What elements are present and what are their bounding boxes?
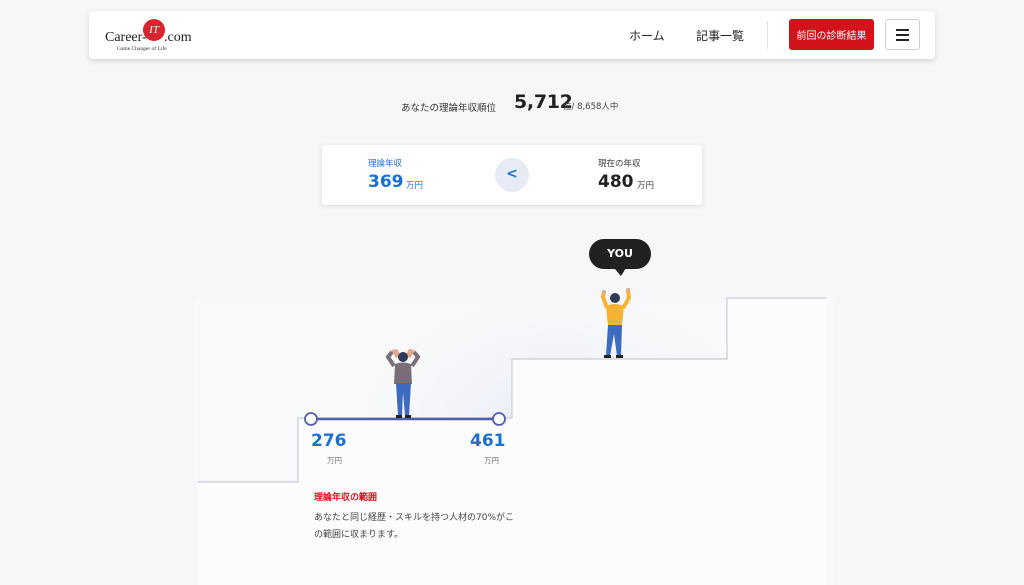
comparison-symbol: < [495, 158, 529, 192]
you-bubble-tail [614, 268, 626, 276]
theoretical-income-value: 369 [368, 172, 404, 192]
range-high-handle [492, 412, 506, 426]
current-income-label: 現在の年収 [598, 159, 641, 169]
hamburger-menu-icon [896, 34, 909, 36]
rank-unit: 位/ 8,658人中 [563, 102, 619, 112]
range-low-handle [304, 412, 318, 426]
logo-text-left: Career- [105, 30, 147, 45]
current-income-value: 480 [598, 172, 634, 192]
theoretical-income-label: 理論年収 [368, 159, 403, 169]
range-low-unit: 万円 [327, 456, 342, 465]
income-comparison-card: 理論年収 369 万円 < 現在の年収 480 万円 [322, 145, 702, 205]
current-income-unit: 万円 [637, 181, 655, 191]
theoretical-income-unit: 万円 [406, 181, 424, 191]
nav-articles-link[interactable]: 記事一覧 [696, 27, 744, 44]
range-title: 理論年収の範囲 [314, 493, 378, 503]
hamburger-menu-icon [896, 29, 909, 31]
range-description: あなたと同じ経歴・スキルを持つ人材の70%がこの範囲に収まります。 [314, 513, 515, 540]
previous-result-button[interactable]: 前回の診断結果 [789, 19, 874, 50]
you-speech-bubble: YOU [589, 239, 651, 269]
logo-tagline: Game Changer of Life [117, 46, 167, 52]
nav-home-link[interactable]: ホーム [629, 27, 665, 44]
range-low-value: 276 [311, 431, 347, 451]
site-header: Career- IT .com Game Changer of Life ホーム… [89, 11, 935, 59]
stairs-illustration [195, 268, 835, 585]
range-high-value: 461 [470, 431, 506, 451]
hamburger-menu-icon [896, 39, 909, 41]
range-high-unit: 万円 [484, 456, 499, 465]
logo-text-right: .com [164, 30, 192, 45]
site-logo[interactable]: Career- IT .com Game Changer of Life [105, 19, 195, 53]
rank-label: あなたの理論年収順位 [401, 103, 497, 114]
menu-button[interactable] [885, 19, 920, 50]
nav-divider [767, 21, 768, 49]
logo-mark: IT [143, 19, 165, 41]
